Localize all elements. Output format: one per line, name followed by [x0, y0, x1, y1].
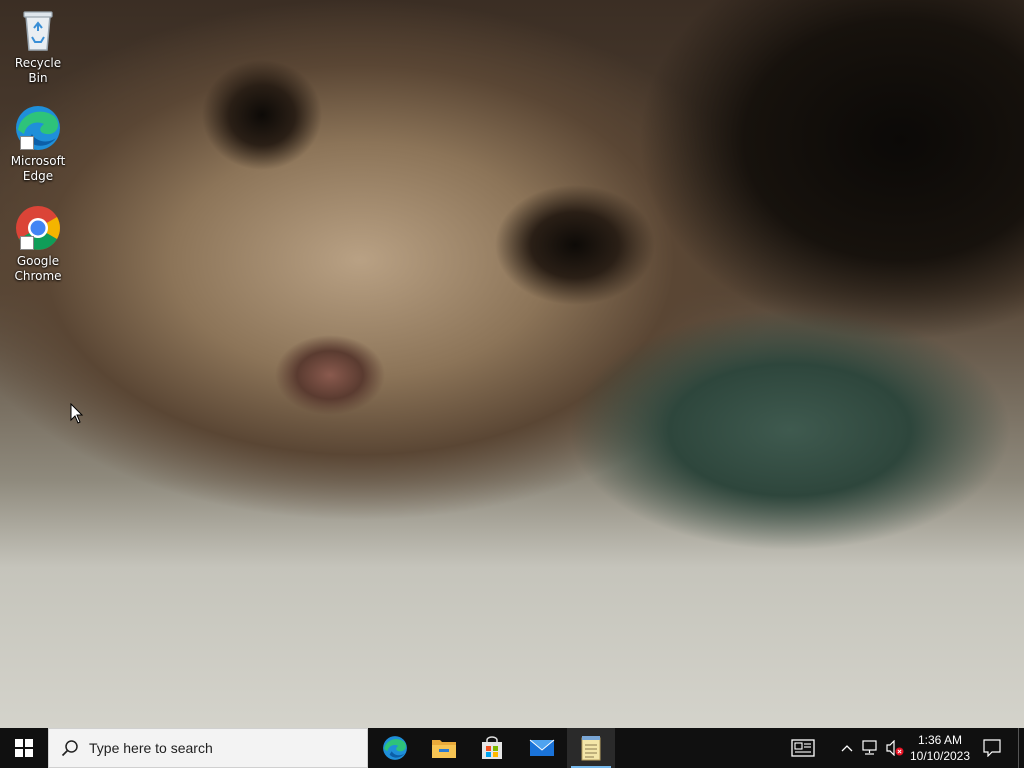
taskbar-app-edge[interactable] [371, 728, 419, 768]
desktop-icon-recycle-bin[interactable]: Recycle Bin [4, 6, 72, 86]
file-explorer-icon [432, 740, 456, 758]
desktop-icon-label: Recycle Bin [14, 56, 62, 85]
edge-icon [383, 736, 407, 760]
recycle-bin-icon [14, 6, 62, 54]
chevron-up-icon [841, 745, 853, 752]
desktop-icon-label: Microsoft Edge [10, 154, 66, 183]
speaker-muted-icon [886, 740, 904, 756]
chrome-icon [14, 204, 62, 252]
taskbar-app-microsoft-store[interactable] [468, 728, 516, 768]
mouse-cursor-icon [70, 403, 84, 424]
network-status-button[interactable] [860, 728, 882, 768]
search-icon [61, 740, 78, 757]
notepad-icon [581, 736, 601, 761]
taskbar-app-mail[interactable] [518, 728, 566, 768]
taskbar: Type here to search 1:36 AM 10/10/2023 [0, 728, 1024, 768]
desktop-icon-microsoft-edge[interactable]: Microsoft Edge [4, 104, 72, 184]
desktop-icon-google-chrome[interactable]: Google Chrome [4, 204, 72, 284]
edge-icon [14, 104, 62, 152]
shortcut-arrow-icon [20, 236, 34, 250]
windows-logo-icon [15, 739, 33, 757]
action-center-button[interactable] [978, 728, 1006, 768]
show-hidden-icons-button[interactable] [836, 728, 858, 768]
taskbar-clock[interactable]: 1:36 AM 10/10/2023 [906, 728, 974, 768]
clock-date: 10/10/2023 [909, 749, 971, 763]
taskbar-app-file-explorer[interactable] [420, 728, 468, 768]
clock-time: 1:36 AM [917, 733, 963, 747]
desktop-icon-label: Google Chrome [14, 254, 62, 283]
network-icon [862, 740, 877, 755]
notification-icon [983, 739, 1001, 757]
search-placeholder: Type here to search [89, 740, 213, 756]
shortcut-arrow-icon [20, 136, 34, 150]
microsoft-store-icon [482, 736, 502, 759]
taskbar-app-notepad[interactable] [567, 728, 615, 768]
search-box[interactable]: Type here to search [48, 728, 368, 768]
show-desktop-button[interactable] [1018, 728, 1024, 768]
news-icon [791, 739, 815, 757]
mail-icon [529, 739, 555, 756]
news-and-interests-button[interactable] [786, 728, 820, 768]
volume-button[interactable] [884, 728, 906, 768]
start-button[interactable] [0, 728, 48, 768]
desktop-wallpaper: Recycle Bin Microsoft Edge Google Chrome [0, 0, 1024, 728]
